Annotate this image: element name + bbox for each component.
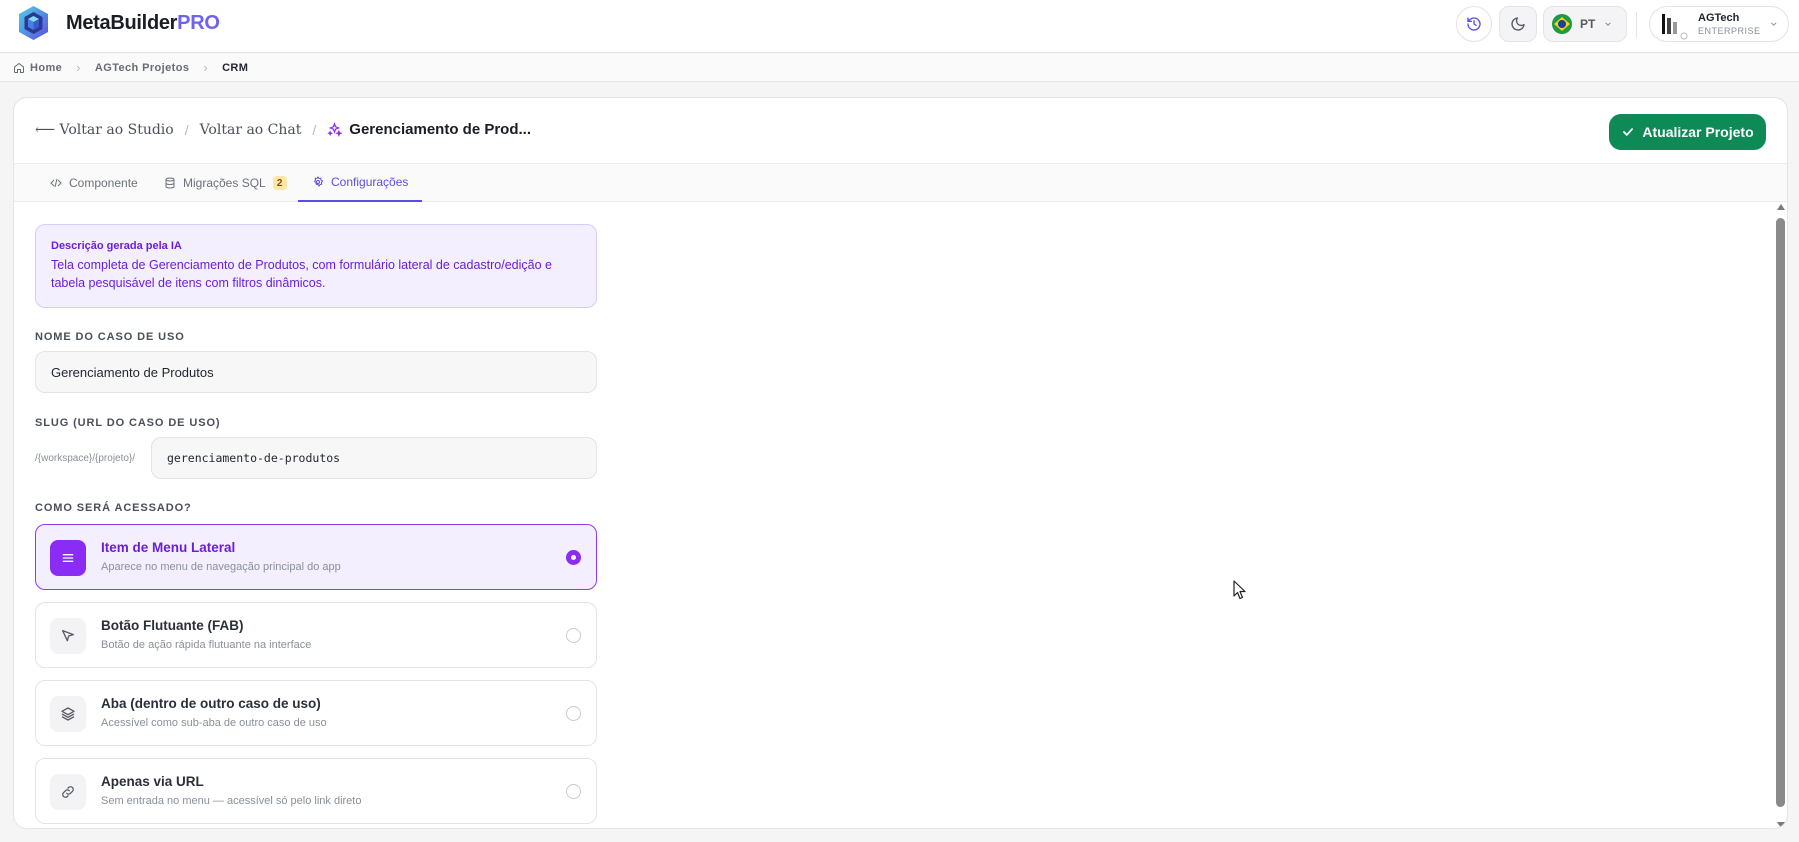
settings-form: Descrição gerada pela IA Tela completa d… (35, 224, 597, 824)
menu-icon (50, 540, 86, 576)
card-header: ⟵ Voltar ao Studio / Voltar ao Chat / Ge… (14, 98, 1787, 164)
avatar (1658, 8, 1690, 40)
access-option-url[interactable]: Apenas via URL Sem entrada no menu — ace… (35, 758, 597, 824)
option-description: Sem entrada no menu — acessível só pelo … (101, 795, 362, 807)
metabuilder-logo-icon[interactable] (17, 5, 50, 41)
use-case-name-label: NOME DO CASO DE USO (35, 331, 185, 343)
header-separator: / (312, 121, 317, 138)
brand-name: MetaBuilderPRO (66, 12, 220, 34)
option-title: Botão Flutuante (FAB) (101, 618, 244, 633)
breadcrumb-projects[interactable]: AGTech Projetos (95, 62, 189, 74)
history-icon (1467, 17, 1481, 31)
check-icon (1623, 128, 1634, 136)
moon-icon (1511, 17, 1525, 31)
layers-icon (50, 696, 86, 732)
use-case-name-input[interactable]: Gerenciamento de Produtos (35, 351, 597, 393)
slug-input[interactable]: gerenciamento-de-produtos (151, 437, 597, 479)
slug-label: SLUG (URL DO CASO DE USO) (35, 417, 221, 429)
sparkles-icon (327, 122, 343, 137)
breadcrumb-current: CRM (222, 61, 249, 74)
tab-componente[interactable]: Componente (36, 164, 152, 202)
breadcrumb-separator: › (76, 60, 81, 75)
divider (1636, 12, 1637, 38)
user-menu[interactable]: AGTech ENTERPRISE (1649, 6, 1789, 42)
cursor-pointer-icon (50, 618, 86, 654)
tab-migracoes-sql[interactable]: Migrações SQL 2 (150, 164, 301, 202)
option-description: Aparece no menu de navegação principal d… (101, 561, 341, 573)
migrations-count-badge: 2 (272, 176, 287, 190)
scroll-down-arrow-icon[interactable] (1777, 822, 1785, 828)
gear-icon (313, 176, 324, 187)
option-title: Item de Menu Lateral (101, 540, 236, 555)
scrollbar-thumb[interactable] (1776, 218, 1785, 807)
user-plan: ENTERPRISE (1698, 25, 1761, 36)
link-icon (50, 774, 86, 810)
chevron-down-icon (1770, 22, 1776, 26)
user-info: AGTech ENTERPRISE (1698, 12, 1761, 37)
tab-bar: Componente Migrações SQL 2 Configurações (14, 164, 1787, 202)
access-option-fab[interactable]: Botão Flutuante (FAB) Botão de ação rápi… (35, 602, 597, 668)
breadcrumb: Home › AGTech Projetos › CRM (0, 54, 1799, 82)
option-title: Apenas via URL (101, 774, 204, 789)
slug-row: /{workspace}/{projeto}/ gerenciamento-de… (35, 437, 597, 479)
option-radio[interactable] (566, 550, 581, 565)
access-option-menu-lateral[interactable]: Item de Menu Lateral Aparece no menu de … (35, 524, 597, 590)
page-title: Gerenciamento de Prod... (327, 121, 531, 138)
option-radio[interactable] (566, 628, 581, 643)
option-radio[interactable] (566, 784, 581, 799)
mouse-cursor-icon (1233, 580, 1247, 605)
option-radio[interactable] (566, 706, 581, 721)
project-card: ⟵ Voltar ao Studio / Voltar ao Chat / Ge… (13, 97, 1788, 829)
access-mode-label: COMO SERÁ ACESSADO? (35, 502, 192, 514)
language-code: PT (1580, 17, 1596, 31)
option-description: Acessível como sub-aba de outro caso de … (101, 717, 327, 729)
ai-description-label: Descrição gerada pela IA (51, 240, 182, 252)
ai-description-text: Tela completa de Gerenciamento de Produt… (51, 258, 552, 290)
back-to-chat-link[interactable]: Voltar ao Chat (200, 122, 302, 138)
history-button[interactable] (1456, 6, 1492, 42)
update-project-button[interactable]: Atualizar Projeto (1609, 114, 1766, 150)
breadcrumb-separator: › (203, 60, 209, 75)
scrollbar[interactable] (1775, 204, 1787, 828)
user-name: AGTech (1698, 11, 1740, 24)
option-description: Botão de ação rápida flutuante na interf… (101, 639, 312, 651)
access-option-tab[interactable]: Aba (dentro de outro caso de uso) Acessí… (35, 680, 597, 746)
theme-toggle-button[interactable] (1499, 6, 1537, 42)
back-to-studio-link[interactable]: ⟵ Voltar ao Studio (35, 122, 174, 138)
scroll-up-arrow-icon[interactable] (1777, 204, 1785, 210)
top-bar: MetaBuilderPRO PT AGTech ENTERPRISE (0, 0, 1799, 53)
brazil-flag-icon (1552, 14, 1572, 34)
slug-prefix: /{workspace}/{projeto}/ (35, 452, 136, 464)
option-title: Aba (dentro de outro caso de uso) (101, 696, 321, 711)
code-icon (50, 178, 62, 188)
breadcrumb-home[interactable]: Home (13, 62, 62, 74)
header-separator: / (184, 121, 189, 138)
home-icon (14, 62, 24, 73)
database-icon (165, 177, 175, 189)
tab-configuracoes[interactable]: Configurações (298, 164, 423, 202)
language-selector[interactable]: PT (1543, 6, 1627, 42)
chevron-down-icon (1605, 22, 1612, 26)
ai-description-box: Descrição gerada pela IA Tela completa d… (35, 224, 597, 308)
